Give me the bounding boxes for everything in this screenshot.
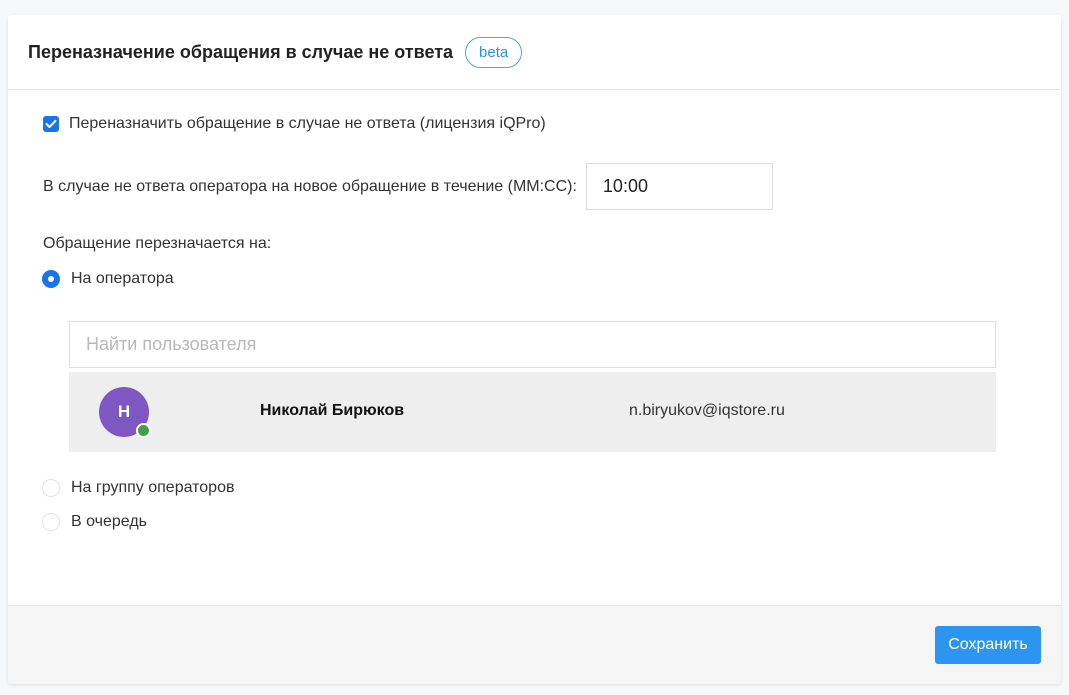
timeout-row: В случае не ответа оператора на новое об… xyxy=(43,163,773,210)
radio-group[interactable] xyxy=(42,479,60,497)
reassign-checkbox[interactable] xyxy=(43,116,59,132)
user-name: Николай Бирюков xyxy=(260,402,405,419)
card-footer: Сохранить xyxy=(8,605,1061,684)
radio-operator-label: На оператора xyxy=(71,270,174,287)
radio-group-label: На группу операторов xyxy=(71,479,235,496)
settings-card: Переназначение обращения в случае не отв… xyxy=(8,15,1061,684)
radio-queue[interactable] xyxy=(42,513,60,531)
assign-to-label: Обращение перезначается на: xyxy=(43,235,272,252)
page-title: Переназначение обращения в случае не отв… xyxy=(28,41,454,62)
reassign-checkbox-row[interactable]: Переназначить обращение в случае не отве… xyxy=(43,115,546,133)
reassign-checkbox-label: Переназначить обращение в случае не отве… xyxy=(69,115,546,132)
radio-option-operator[interactable]: На оператора xyxy=(42,270,174,288)
checkmark-icon xyxy=(45,119,57,128)
user-list-item[interactable]: Н Николай Бирюков n.biryukov@iqstore.ru xyxy=(69,372,996,452)
timeout-label: В случае не ответа оператора на новое об… xyxy=(43,177,577,195)
radio-option-group[interactable]: На группу операторов xyxy=(42,479,234,497)
radio-operator[interactable] xyxy=(42,270,60,288)
card-header: Переназначение обращения в случае не отв… xyxy=(8,15,1061,90)
beta-badge: beta xyxy=(465,36,523,68)
card-body: Переназначить обращение в случае не отве… xyxy=(8,90,1061,604)
radio-option-queue[interactable]: В очередь xyxy=(42,513,147,531)
save-button[interactable]: Сохранить xyxy=(935,626,1041,664)
radio-queue-label: В очередь xyxy=(71,513,148,530)
user-email: n.biryukov@iqstore.ru xyxy=(629,402,785,419)
timeout-input[interactable] xyxy=(585,163,773,210)
user-search-input[interactable] xyxy=(69,321,996,368)
online-status-icon xyxy=(136,423,151,438)
